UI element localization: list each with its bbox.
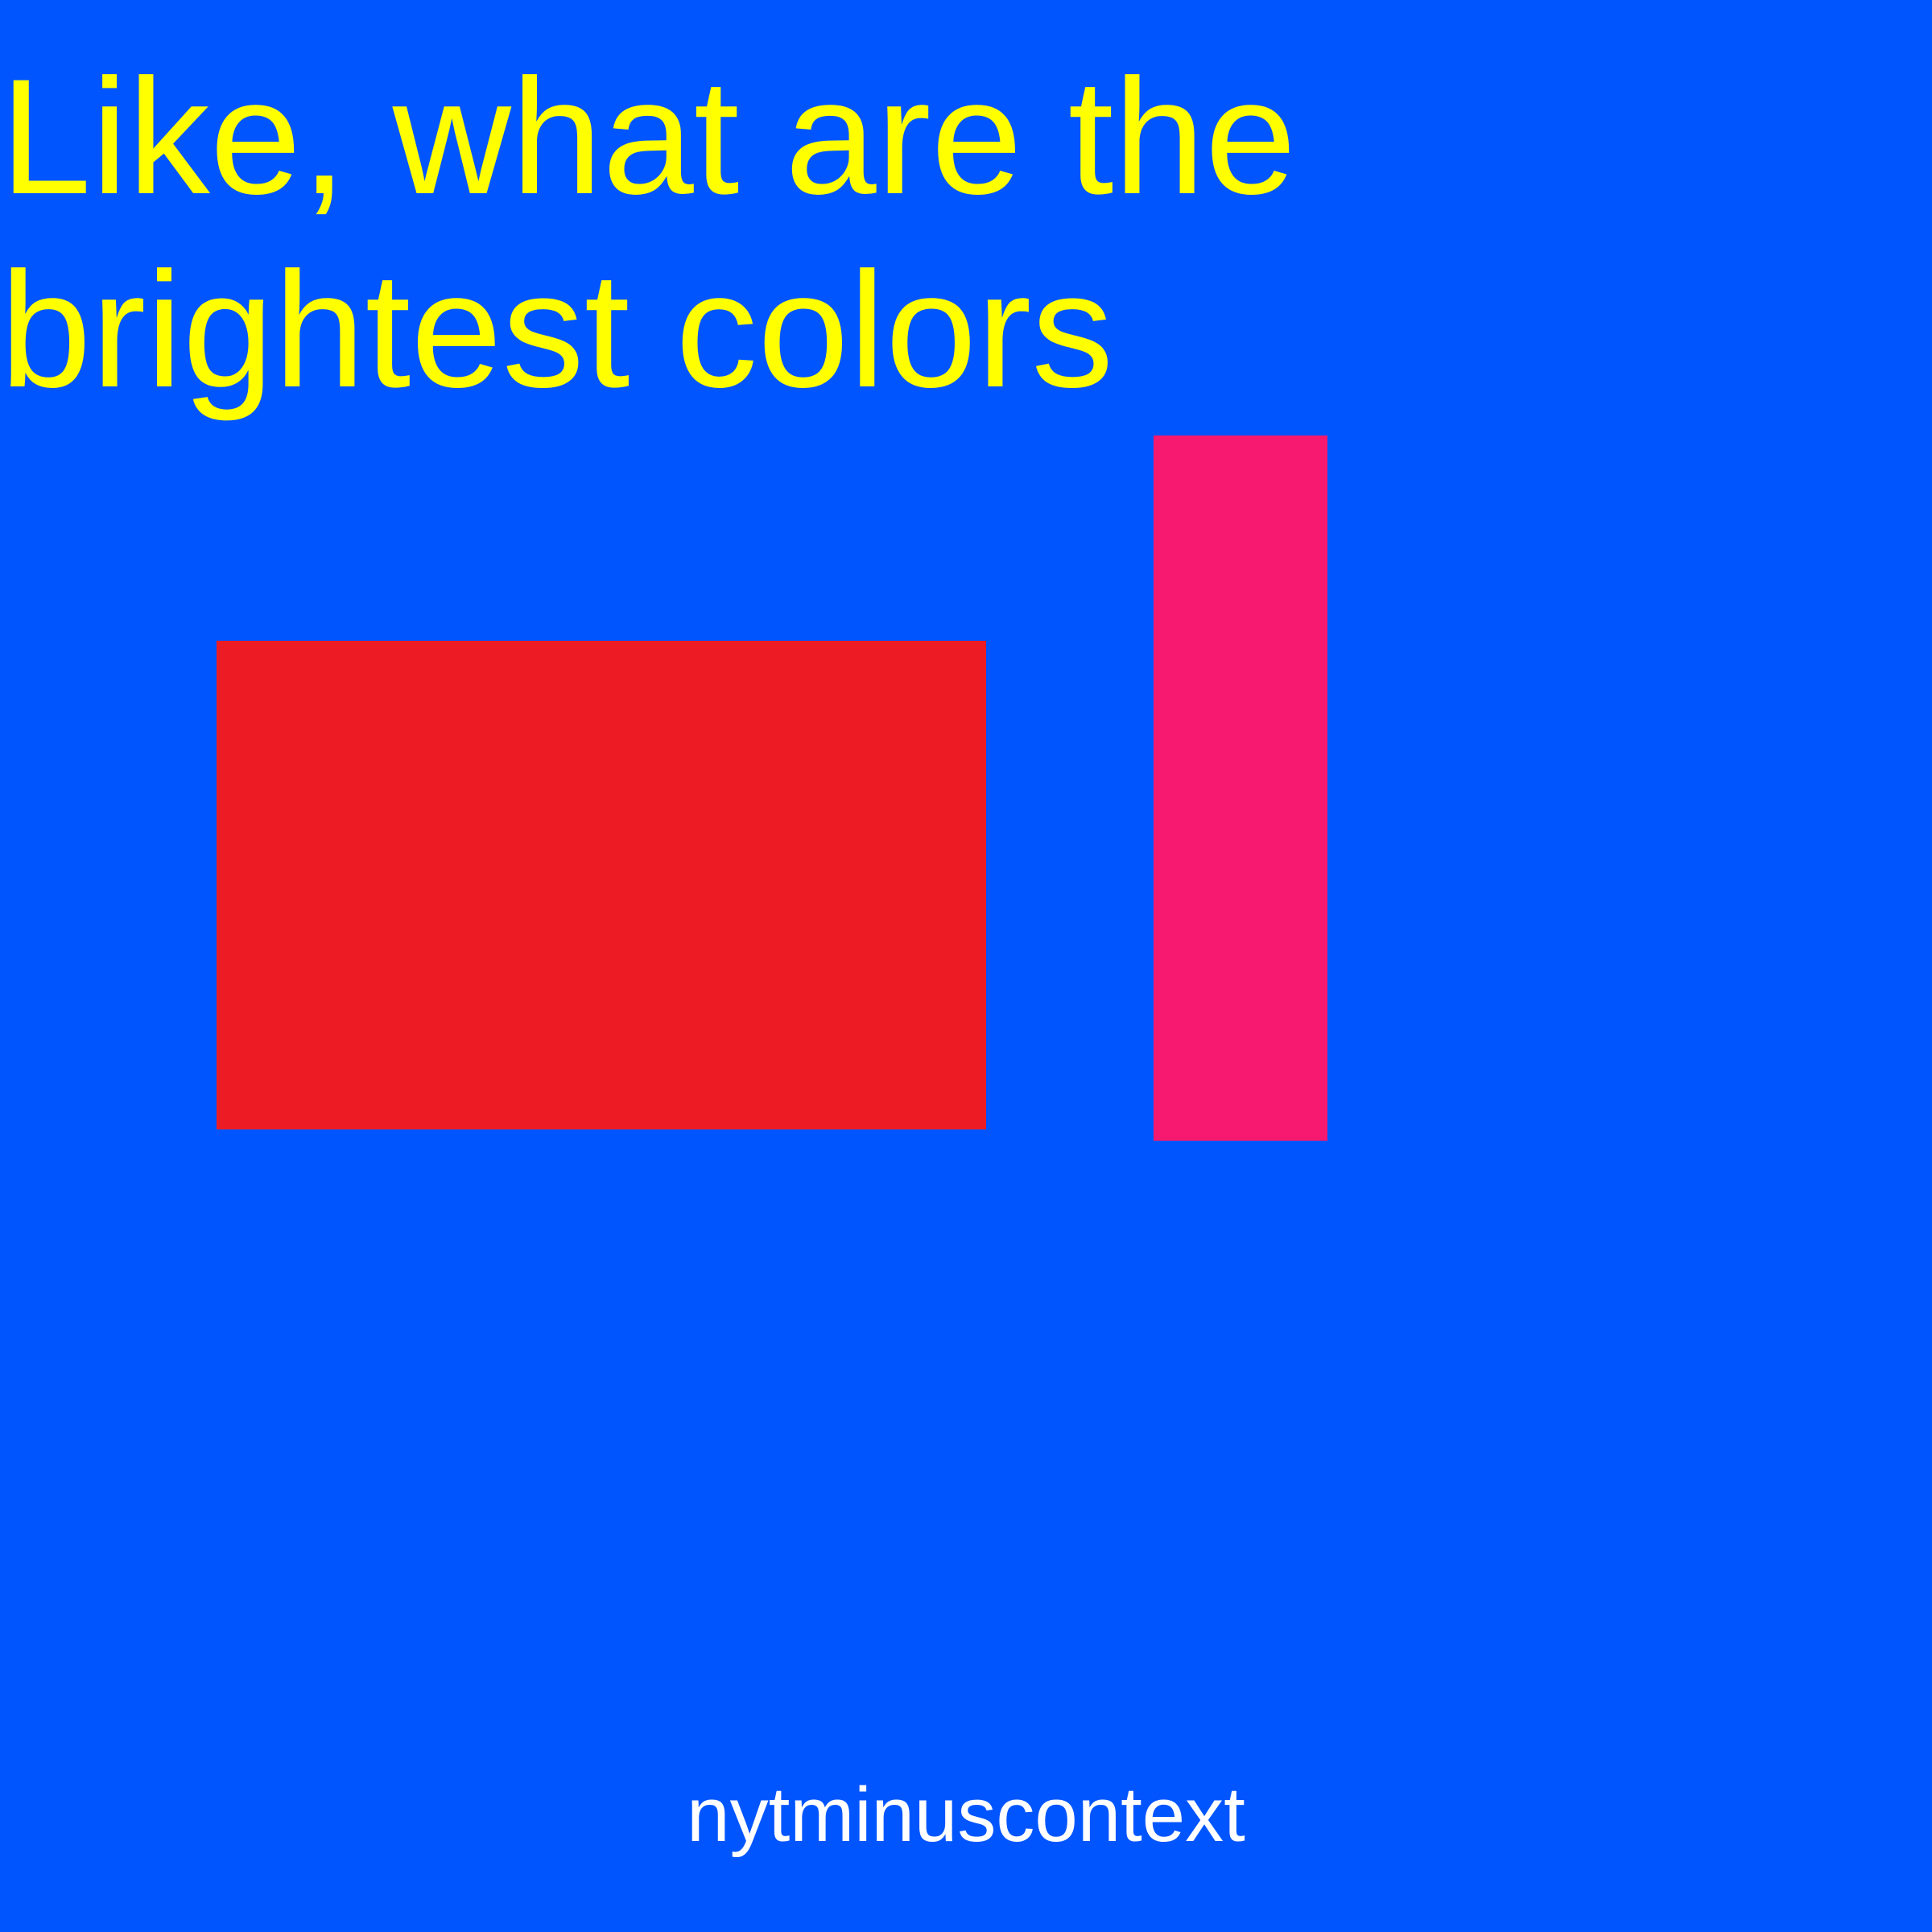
red-rectangle — [217, 641, 986, 1129]
headline-line-2: brightest colors — [0, 238, 1114, 422]
pink-rectangle — [1154, 436, 1327, 1141]
headline-line-1: Like, what are the — [0, 45, 1297, 229]
headline: Like, what are the brightest colors — [0, 40, 1852, 427]
account-handle: nytminuscontext — [687, 1772, 1245, 1858]
